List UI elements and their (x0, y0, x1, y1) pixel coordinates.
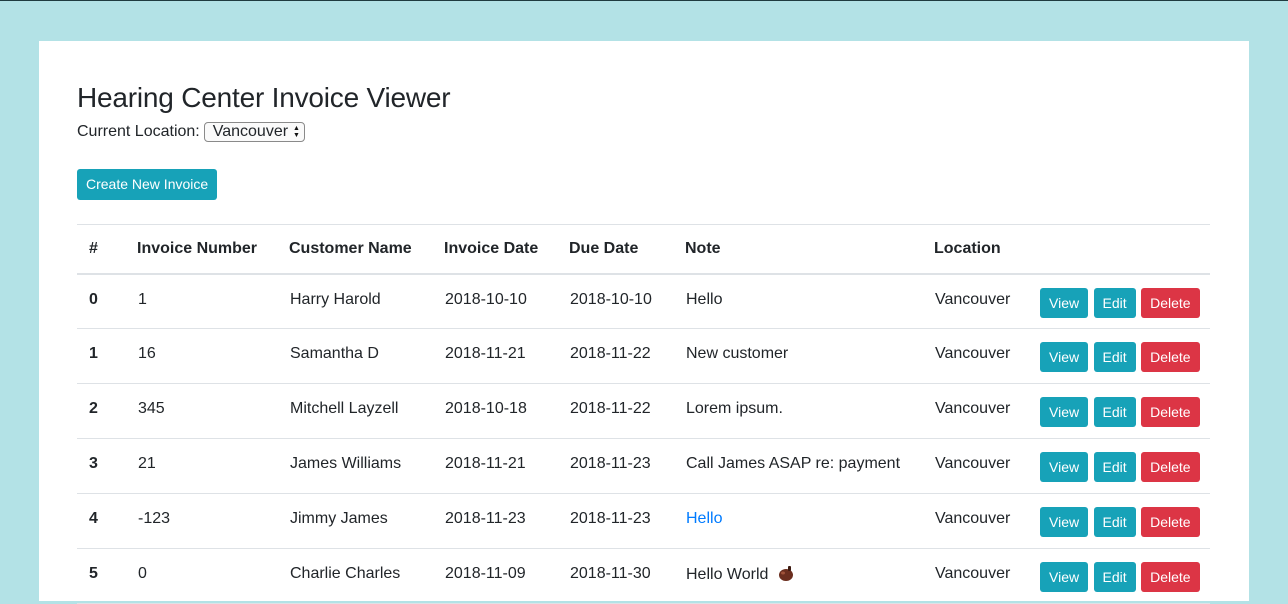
row-invoice-number: 21 (137, 438, 289, 495)
row-customer-name: Samantha D (289, 328, 444, 385)
select-arrows-icon: ▲ ▼ (293, 124, 300, 139)
row-invoice-number: 1 (137, 273, 289, 330)
header-invoice-number: Invoice Number (137, 223, 289, 275)
row-due-date: 2018-11-22 (569, 383, 685, 440)
view-button[interactable]: View (1040, 452, 1089, 483)
row-customer-name: Mitchell Layzell (289, 383, 444, 440)
delete-button[interactable]: Delete (1141, 452, 1200, 483)
row-index: 1 (77, 328, 137, 385)
header-due-date: Due Date (569, 223, 685, 275)
emoji-icon (778, 566, 793, 582)
row-customer-name: Harry Harold (289, 273, 444, 330)
header-customer-name: Customer Name (289, 223, 444, 275)
row-actions: View Edit Delete (1039, 548, 1210, 604)
delete-button[interactable]: Delete (1141, 287, 1200, 318)
view-button[interactable]: View (1040, 342, 1089, 373)
table-row: 2 345 Mitchell Layzell 2018-10-18 2018-1… (77, 383, 1210, 440)
table-header-row: # Invoice Number Customer Name Invoice D… (77, 223, 1210, 275)
row-due-date: 2018-11-30 (569, 548, 685, 604)
row-invoice-number: 16 (137, 328, 289, 385)
row-note-cell: Hello World (685, 548, 934, 604)
edit-button[interactable]: Edit (1093, 507, 1136, 538)
row-actions: View Edit Delete (1039, 383, 1210, 440)
row-invoice-number: 345 (137, 383, 289, 440)
header-location: Location (934, 223, 1039, 275)
edit-button[interactable]: Edit (1093, 397, 1136, 428)
header-index: # (77, 223, 137, 275)
row-invoice-date: 2018-11-21 (444, 328, 569, 385)
row-customer-name: James Williams (289, 438, 444, 495)
main-card: Hearing Center Invoice Viewer Current Lo… (39, 41, 1249, 604)
row-due-date: 2018-10-10 (569, 273, 685, 330)
row-invoice-date: 2018-11-21 (444, 438, 569, 495)
header-actions (1039, 223, 1210, 275)
row-index: 5 (77, 548, 137, 604)
edit-button[interactable]: Edit (1093, 287, 1136, 318)
row-customer-name: Charlie Charles (289, 548, 444, 604)
row-index: 3 (77, 438, 137, 495)
row-index: 2 (77, 383, 137, 440)
view-button[interactable]: View (1040, 397, 1089, 428)
location-select-value: Vancouver (212, 122, 289, 140)
edit-button[interactable]: Edit (1093, 562, 1136, 593)
row-invoice-date: 2018-10-10 (444, 273, 569, 330)
location-select[interactable]: Vancouver ▲ ▼ (203, 121, 305, 142)
row-location: Vancouver (934, 273, 1039, 330)
table-row: 3 21 James Williams 2018-11-21 2018-11-2… (77, 438, 1210, 495)
page-title: Hearing Center Invoice Viewer (77, 82, 451, 113)
row-due-date: 2018-11-23 (569, 493, 685, 550)
row-invoice-number: 0 (137, 548, 289, 604)
row-note-link[interactable]: Hello (686, 510, 722, 527)
row-location: Vancouver (934, 383, 1039, 440)
row-note-cell: Hello (685, 493, 934, 550)
table-row: 5 0 Charlie Charles 2018-11-09 2018-11-3… (77, 548, 1210, 604)
row-note: Hello (685, 273, 934, 330)
row-location: Vancouver (934, 548, 1039, 604)
create-new-invoice-button[interactable]: Create New Invoice (77, 168, 218, 200)
edit-button[interactable]: Edit (1093, 342, 1136, 373)
row-actions: View Edit Delete (1039, 493, 1210, 550)
row-due-date: 2018-11-23 (569, 438, 685, 495)
table-row: 4 -123 Jimmy James 2018-11-23 2018-11-23… (77, 493, 1210, 550)
row-index: 0 (77, 273, 137, 330)
row-location: Vancouver (934, 438, 1039, 495)
row-customer-name: Jimmy James (289, 493, 444, 550)
delete-button[interactable]: Delete (1141, 507, 1200, 538)
view-button[interactable]: View (1040, 287, 1089, 318)
row-actions: View Edit Delete (1039, 328, 1210, 385)
row-note: Lorem ipsum. (685, 383, 934, 440)
invoice-table: # Invoice Number Customer Name Invoice D… (77, 223, 1210, 604)
row-note: Hello World (686, 566, 769, 584)
location-selector-row: Current Location: Vancouver ▲ ▼ (77, 120, 1211, 144)
table-row: 1 16 Samantha D 2018-11-21 2018-11-22 Ne… (77, 328, 1210, 385)
row-invoice-date: 2018-10-18 (444, 383, 569, 440)
location-label: Current Location: (77, 122, 200, 140)
row-note: Call James ASAP re: payment (685, 438, 934, 495)
row-invoice-date: 2018-11-09 (444, 548, 569, 604)
view-button[interactable]: View (1040, 562, 1089, 593)
row-actions: View Edit Delete (1039, 438, 1210, 495)
row-location: Vancouver (934, 493, 1039, 550)
row-note: New customer (685, 328, 934, 385)
table-row: 0 1 Harry Harold 2018-10-10 2018-10-10 H… (77, 273, 1210, 330)
row-invoice-number: -123 (137, 493, 289, 550)
delete-button[interactable]: Delete (1141, 397, 1200, 428)
row-due-date: 2018-11-22 (569, 328, 685, 385)
view-button[interactable]: View (1040, 507, 1089, 538)
row-index: 4 (77, 493, 137, 550)
row-invoice-date: 2018-11-23 (444, 493, 569, 550)
delete-button[interactable]: Delete (1141, 342, 1200, 373)
delete-button[interactable]: Delete (1141, 562, 1200, 593)
header-note: Note (685, 223, 934, 275)
row-actions: View Edit Delete (1039, 273, 1210, 330)
header-invoice-date: Invoice Date (444, 223, 569, 275)
edit-button[interactable]: Edit (1093, 452, 1136, 483)
row-location: Vancouver (934, 328, 1039, 385)
